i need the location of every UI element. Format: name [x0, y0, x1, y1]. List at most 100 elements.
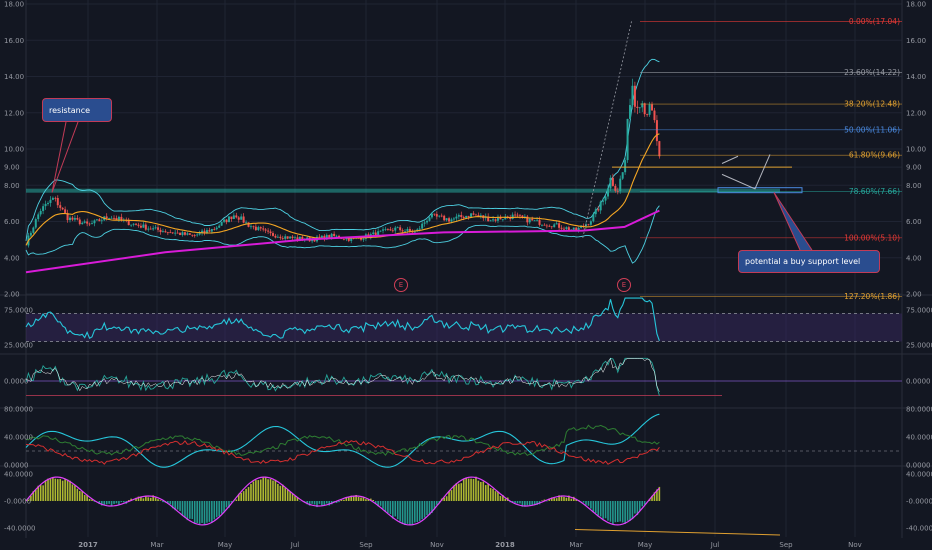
osc-tick-label: 40.0000 — [4, 434, 33, 442]
y-tick-label: 6.00 — [906, 218, 922, 226]
candle-body — [592, 214, 595, 222]
candle-body — [452, 218, 455, 220]
histogram-bar — [255, 480, 257, 501]
candle-body — [648, 104, 651, 115]
histogram-bar — [594, 501, 597, 514]
histogram-bar — [504, 498, 507, 501]
y-tick-label: 9.00 — [4, 164, 20, 172]
candle-body — [382, 229, 385, 231]
candle-body — [132, 223, 135, 225]
histogram-bar — [392, 501, 394, 519]
candle-body — [633, 85, 636, 107]
candle-body — [438, 215, 441, 217]
histogram-bar — [284, 487, 287, 501]
candle-body — [489, 220, 492, 222]
candle-body — [624, 160, 627, 173]
support-annotation[interactable]: potential a buy support level — [738, 250, 880, 273]
candle-body — [232, 215, 235, 220]
osc-tick-label: -40.0000 — [906, 525, 932, 533]
candle-body — [631, 85, 634, 106]
histogram-bar — [34, 489, 37, 501]
histogram-bar — [553, 498, 556, 501]
event-marker-2[interactable]: E — [617, 278, 631, 292]
candle-body — [154, 227, 157, 229]
candle-body — [553, 224, 556, 228]
y-tick-label: 2.00 — [906, 291, 922, 299]
projection-arrows — [721, 154, 771, 190]
histogram-bar — [201, 501, 203, 523]
histogram-bar — [599, 501, 602, 517]
histogram-bar — [638, 501, 641, 511]
candle-body — [71, 217, 74, 220]
candle-body — [404, 230, 407, 232]
histogram-bar — [404, 501, 406, 526]
candle-body — [137, 224, 140, 226]
candle-body — [401, 230, 404, 232]
candle-body — [181, 232, 184, 236]
candle-body — [149, 228, 152, 230]
osc-tick-label: 75.0000 — [906, 307, 932, 315]
histogram-bar — [621, 501, 624, 523]
histogram-bar — [154, 497, 157, 501]
candle-body — [399, 227, 402, 231]
osc-tick-label: 25.0000 — [906, 342, 932, 350]
candle-body — [220, 221, 223, 226]
candle-body — [271, 233, 274, 236]
histogram-bar — [604, 501, 607, 519]
y-tick-label: 9.00 — [906, 164, 922, 172]
fib-level-label: 50.00%(11.06) — [844, 125, 900, 134]
candle-body — [269, 231, 272, 234]
x-tick-label: Nov — [848, 541, 862, 549]
candle-body — [501, 219, 504, 221]
histogram-bar — [416, 501, 419, 523]
histogram-bar — [641, 501, 644, 507]
histogram-bar — [269, 479, 272, 501]
histogram-bar — [113, 501, 115, 504]
candle-body — [247, 222, 250, 227]
candle-body — [245, 222, 248, 224]
x-tick-label: Nov — [430, 541, 444, 549]
fib-level-label: 38.20%(12.48) — [844, 100, 900, 109]
support-annotation-text: potential a buy support level — [745, 257, 861, 266]
candle-body — [470, 213, 473, 217]
fib-level-label: 127.20%(1.86) — [844, 292, 900, 301]
candle-body — [59, 205, 62, 208]
histogram-bar — [401, 501, 404, 525]
histogram-bar — [634, 501, 636, 514]
chart-canvas[interactable]: 0.00%(17.04) 23.60%(14.22) 38.20%(12.48) 50… — [0, 0, 932, 550]
histogram-bar — [206, 501, 208, 523]
candle-body — [169, 232, 172, 234]
histogram-bar — [411, 501, 414, 525]
resistance-annotation[interactable]: resistance — [42, 98, 112, 122]
candle-body — [477, 215, 480, 217]
histogram-bar — [123, 501, 125, 503]
histogram-bar — [78, 491, 81, 501]
candle-body — [614, 185, 617, 191]
candle-body — [179, 232, 182, 236]
x-tick-label: Jul — [710, 541, 720, 549]
histogram-bar — [105, 501, 108, 505]
candle-body — [443, 215, 446, 221]
histogram-bar — [492, 488, 494, 501]
histogram-bar — [66, 479, 69, 501]
candle-body — [565, 227, 568, 230]
event-marker-1[interactable]: E — [394, 278, 408, 292]
histogram-bar — [42, 485, 44, 501]
histogram-bar — [357, 497, 360, 501]
histogram-bar — [338, 501, 340, 503]
histogram-bar — [609, 501, 612, 522]
candle-body — [572, 227, 575, 230]
candle-body — [32, 227, 35, 233]
histogram-bar — [189, 501, 191, 519]
x-tick-label: May — [218, 541, 232, 549]
candle-body — [433, 213, 436, 215]
histogram-bar — [223, 501, 225, 512]
histogram-bar — [196, 501, 198, 524]
candle-body — [161, 231, 164, 233]
candle-body — [225, 219, 228, 223]
histogram-bar — [203, 501, 206, 526]
histogram-bar — [458, 483, 460, 501]
candle-body — [638, 107, 641, 109]
histogram-bar — [480, 482, 482, 501]
histogram-bar — [602, 501, 604, 519]
